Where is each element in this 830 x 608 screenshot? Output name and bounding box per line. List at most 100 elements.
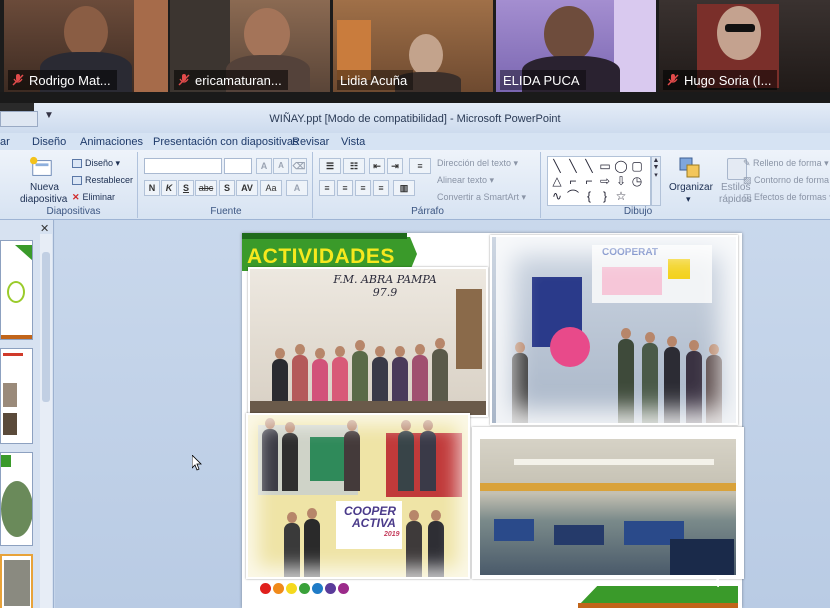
tab-diseno[interactable]: Diseño <box>32 136 66 148</box>
font-name-field[interactable] <box>144 158 222 174</box>
shape-outline-label: Contorno de forma <box>754 175 830 185</box>
photo-cooperative-fair[interactable]: COOPERAT <box>490 235 738 425</box>
strikethrough-button[interactable]: abc <box>195 180 217 196</box>
participant-name: ELIDA PUCA <box>503 72 580 88</box>
color-dot <box>312 583 323 594</box>
clear-format-button[interactable]: ⌫ <box>291 158 307 174</box>
shape-effects-button[interactable]: ◫ Efectos de formas ▾ <box>743 192 830 203</box>
bold-button[interactable]: N <box>144 180 160 196</box>
pane-scroll-thumb[interactable] <box>42 252 50 402</box>
participant-tile[interactable]: Hugo Soria (I... <box>659 0 830 92</box>
shape-brace[interactable]: { <box>582 189 596 203</box>
new-slide-label-2: diapositiva <box>20 194 68 205</box>
shape-line[interactable]: ╲ <box>566 159 580 173</box>
shape-curve[interactable]: ∿ <box>550 189 564 203</box>
shape-callout[interactable]: ◷ <box>630 174 644 188</box>
align-center-button[interactable]: ≡ <box>337 180 353 196</box>
shape-rounded[interactable]: ▢ <box>630 159 644 173</box>
pane-scrollbar[interactable] <box>40 234 52 608</box>
color-dot <box>299 583 310 594</box>
photo-cooper-activa[interactable]: COOPER ACTIVA 2019 <box>246 413 470 579</box>
tab-animaciones[interactable]: Animaciones <box>80 136 143 148</box>
slide-thumbnail[interactable] <box>0 348 33 444</box>
arrange-label: Organizar <box>669 182 713 193</box>
new-slide-button[interactable]: Nueva diapositiva <box>14 154 68 205</box>
bullets-button[interactable]: ☰ <box>319 158 341 174</box>
group-diapositivas: Nueva diapositiva Diseño ▾ Restablecer ✕… <box>10 152 138 218</box>
shape-elbow[interactable]: ⌐ <box>582 174 596 188</box>
current-slide[interactable]: ACTIVIDADES F.M. ABRA PAMPA 97.9 COOPERA… <box>242 233 744 608</box>
group-dibujo: ╲ ╲ ╲ ▭ ◯ ▢ △ ⌐ ⌐ ⇨ ⇩ ◷ ∿ ⌒ { } ☆ ▲ ▼ ▾ … <box>543 152 830 218</box>
shape-outline-button[interactable]: ▨ Contorno de forma <box>743 175 829 186</box>
footer-band-accent <box>578 603 738 608</box>
participant-tile-active-speaker[interactable]: ELIDA PUCA <box>496 0 656 92</box>
photo1-sign-line2: 97.9 <box>372 286 398 299</box>
shrink-font-button[interactable]: A <box>273 158 289 174</box>
grow-font-button[interactable]: A <box>256 158 272 174</box>
group-label-diapositivas: Diapositivas <box>46 206 101 217</box>
align-right-button[interactable]: ≡ <box>355 180 371 196</box>
shape-star[interactable]: ☆ <box>614 189 628 203</box>
change-case-button[interactable]: Aa <box>260 180 282 196</box>
participant-tile[interactable]: Lidia Acuña <box>333 0 493 92</box>
participant-tile[interactable]: ericamaturan... <box>170 0 330 92</box>
shape-brace[interactable]: } <box>598 189 612 203</box>
shape-rectangle[interactable]: ▭ <box>598 159 612 173</box>
participant-name-label: ericamaturan... <box>174 70 288 90</box>
shape-oval[interactable]: ◯ <box>614 159 628 173</box>
shape-arrow[interactable]: ⇩ <box>614 174 628 188</box>
shape-line[interactable]: ╲ <box>550 159 564 173</box>
participant-name: Hugo Soria (I... <box>684 72 772 88</box>
layout-button[interactable]: Diseño ▾ <box>72 158 120 169</box>
italic-button[interactable]: K <box>161 180 177 196</box>
shape-curve[interactable]: ⌒ <box>566 189 580 203</box>
char-spacing-button[interactable]: AV <box>236 180 258 196</box>
reset-button[interactable]: Restablecer <box>72 175 133 186</box>
photo-classroom[interactable] <box>472 427 744 579</box>
shape-arrow[interactable]: ⇨ <box>598 174 612 188</box>
line-spacing-button[interactable]: ≡ <box>409 158 431 174</box>
shapes-gallery[interactable]: ╲ ╲ ╲ ▭ ◯ ▢ △ ⌐ ⌐ ⇨ ⇩ ◷ ∿ ⌒ { } ☆ <box>547 156 651 206</box>
shape-fill-label: Relleno de forma <box>753 158 822 168</box>
slide-thumbnail[interactable] <box>0 240 33 340</box>
justify-button[interactable]: ≡ <box>373 180 389 196</box>
font-color-button[interactable]: A <box>286 180 308 196</box>
reset-icon <box>72 176 82 186</box>
participant-name-label: Lidia Acuña <box>337 70 414 90</box>
delete-slide-button[interactable]: ✕ Eliminar <box>72 192 115 203</box>
numbering-button[interactable]: ☷ <box>343 158 365 174</box>
shape-triangle[interactable]: △ <box>550 174 564 188</box>
photo-radio-station[interactable]: F.M. ABRA PAMPA 97.9 <box>248 267 488 417</box>
tab-revisar[interactable]: Revisar <box>292 136 329 148</box>
participant-name-label: Hugo Soria (I... <box>663 70 778 90</box>
slide-thumbnail-selected[interactable] <box>0 554 33 608</box>
text-direction-button[interactable]: Dirección del texto ▾ <box>437 158 518 169</box>
ribbon-tabs: ar Diseño Animaciones Presentación con d… <box>0 133 830 151</box>
group-label-dibujo: Dibujo <box>623 206 653 217</box>
shape-elbow[interactable]: ⌐ <box>566 174 580 188</box>
layout-icon <box>72 159 82 169</box>
participant-tile[interactable]: Rodrigo Mat... <box>4 0 168 92</box>
underline-button[interactable]: S <box>178 180 194 196</box>
ribbon: Nueva diapositiva Diseño ▾ Restablecer ✕… <box>0 150 830 220</box>
decrease-indent-button[interactable]: ⇤ <box>369 158 385 174</box>
font-size-field[interactable] <box>224 158 252 174</box>
arrange-button[interactable]: Organizar ▾ <box>667 156 713 206</box>
align-left-button[interactable]: ≡ <box>319 180 335 196</box>
shape-line[interactable]: ╲ <box>582 159 596 173</box>
shape-fill-button[interactable]: ✎ Relleno de forma ▾ <box>743 158 829 169</box>
increase-indent-button[interactable]: ⇥ <box>387 158 403 174</box>
mute-icon <box>667 74 679 86</box>
tab-presentacion[interactable]: Presentación con diapositivas <box>153 136 299 148</box>
tab-vista[interactable]: Vista <box>341 136 365 148</box>
powerpoint-window: ▼ WIÑAY.ppt [Modo de compatibilidad] - M… <box>0 103 830 608</box>
tab-insertar[interactable]: ar <box>0 136 10 148</box>
gallery-scroll[interactable]: ▲ ▼ ▾ <box>651 156 661 206</box>
columns-button[interactable]: ▥ <box>393 180 415 196</box>
group-fuente: A A ⌫ N K S abc S AV Aa A Fuente <box>140 152 313 218</box>
align-text-button[interactable]: Alinear texto ▾ <box>437 175 494 186</box>
shadow-button[interactable]: S <box>219 180 235 196</box>
slide-thumbnail[interactable] <box>0 452 33 546</box>
participant-strip: Rodrigo Mat... ericamaturan... Lidia Acu… <box>0 0 830 92</box>
smartart-button[interactable]: Convertir a SmartArt ▾ <box>437 192 526 203</box>
